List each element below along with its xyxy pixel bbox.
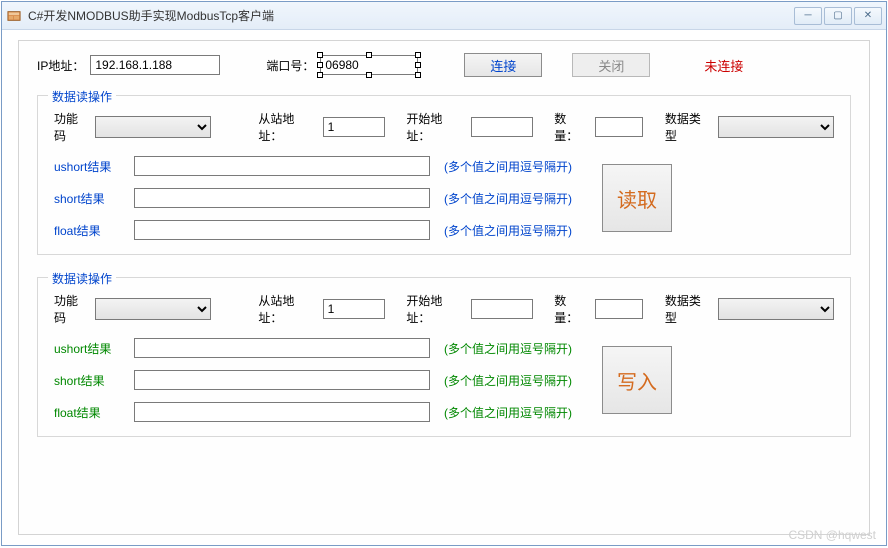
resize-handle[interactable]	[415, 62, 421, 68]
titlebar[interactable]: C#开发NMODBUS助手实现ModbusTcp客户端 ─ ▢ ✕	[2, 2, 886, 30]
read-float-input[interactable]	[134, 220, 430, 240]
read-funccode-combo[interactable]	[95, 116, 212, 138]
read-ushort-input[interactable]	[134, 156, 430, 176]
resize-handle[interactable]	[415, 72, 421, 78]
read-funccode-label: 功能码	[54, 110, 89, 144]
resize-handle[interactable]	[317, 62, 323, 68]
read-ushort-hint: (多个值之间用逗号隔开)	[444, 158, 572, 175]
read-float-hint: (多个值之间用逗号隔开)	[444, 222, 572, 239]
connect-button[interactable]: 连接	[464, 53, 542, 77]
window-controls: ─ ▢ ✕	[794, 7, 882, 25]
write-short-label: short结果	[54, 372, 134, 389]
app-icon	[6, 8, 22, 24]
write-results: ushort结果 (多个值之间用逗号隔开) short结果 (多个值之间用逗号隔…	[54, 338, 834, 422]
client-area: IP地址： 端口号： 连接 关闭 未连接	[2, 30, 886, 545]
write-float-hint: (多个值之间用逗号隔开)	[444, 404, 572, 421]
write-datatype-label: 数据类型	[665, 292, 712, 326]
write-start-label: 开始地址：	[406, 292, 464, 326]
read-button[interactable]: 读取	[602, 164, 672, 232]
write-short-input[interactable]	[134, 370, 430, 390]
port-input-selected	[320, 55, 418, 75]
ip-label: IP地址：	[37, 57, 84, 74]
write-funccode-label: 功能码	[54, 292, 89, 326]
maximize-button[interactable]: ▢	[824, 7, 852, 25]
resize-handle[interactable]	[317, 72, 323, 78]
write-group: 数据读操作 功能码 从站地址： 开始地址： 数量： 数据类型	[37, 277, 851, 437]
write-funccode-combo[interactable]	[95, 298, 212, 320]
read-group: 数据读操作 功能码 从站地址： 开始地址： 数量： 数据类型	[37, 95, 851, 255]
write-ushort-hint: (多个值之间用逗号隔开)	[444, 340, 572, 357]
port-label: 端口号：	[266, 57, 314, 74]
watermark: CSDN @hqwest	[788, 528, 876, 542]
read-group-title: 数据读操作	[48, 88, 116, 105]
write-float-label: float结果	[54, 404, 134, 421]
ip-input[interactable]	[90, 55, 220, 75]
write-count-input[interactable]	[595, 299, 643, 319]
read-count-input[interactable]	[595, 117, 643, 137]
write-short-hint: (多个值之间用逗号隔开)	[444, 372, 572, 389]
write-button[interactable]: 写入	[602, 346, 672, 414]
resize-handle[interactable]	[415, 52, 421, 58]
read-datatype-label: 数据类型	[665, 110, 712, 144]
read-results: ushort结果 (多个值之间用逗号隔开) short结果 (多个值之间用逗号隔…	[54, 156, 834, 240]
write-slave-input[interactable]	[323, 299, 385, 319]
write-start-input[interactable]	[471, 299, 533, 319]
read-params-row: 功能码 从站地址： 开始地址： 数量： 数据类型	[54, 110, 834, 144]
read-short-input[interactable]	[134, 188, 430, 208]
write-ushort-input[interactable]	[134, 338, 430, 358]
read-datatype-combo[interactable]	[718, 116, 835, 138]
window-title: C#开发NMODBUS助手实现ModbusTcp客户端	[28, 7, 794, 24]
read-count-label: 数量：	[554, 110, 589, 144]
write-datatype-combo[interactable]	[718, 298, 835, 320]
resize-handle[interactable]	[366, 52, 372, 58]
resize-handle[interactable]	[366, 72, 372, 78]
resize-handle[interactable]	[317, 52, 323, 58]
connection-status: 未连接	[704, 56, 743, 75]
minimize-button[interactable]: ─	[794, 7, 822, 25]
write-slave-label: 从站地址：	[258, 292, 316, 326]
close-button[interactable]: ✕	[854, 7, 882, 25]
app-window: C#开发NMODBUS助手实现ModbusTcp客户端 ─ ▢ ✕ IP地址： …	[1, 1, 887, 546]
read-short-label: short结果	[54, 190, 134, 207]
read-ushort-label: ushort结果	[54, 158, 134, 175]
read-start-input[interactable]	[471, 117, 533, 137]
write-count-label: 数量：	[554, 292, 589, 326]
main-panel: IP地址： 端口号： 连接 关闭 未连接	[18, 40, 870, 535]
read-slave-input[interactable]	[323, 117, 385, 137]
write-ushort-label: ushort结果	[54, 340, 134, 357]
read-short-hint: (多个值之间用逗号隔开)	[444, 190, 572, 207]
connection-row: IP地址： 端口号： 连接 关闭 未连接	[37, 53, 851, 77]
read-float-label: float结果	[54, 222, 134, 239]
close-conn-button[interactable]: 关闭	[572, 53, 650, 77]
read-start-label: 开始地址：	[406, 110, 464, 144]
write-params-row: 功能码 从站地址： 开始地址： 数量： 数据类型	[54, 292, 834, 326]
read-slave-label: 从站地址：	[258, 110, 316, 144]
write-group-title: 数据读操作	[48, 270, 116, 287]
write-float-input[interactable]	[134, 402, 430, 422]
